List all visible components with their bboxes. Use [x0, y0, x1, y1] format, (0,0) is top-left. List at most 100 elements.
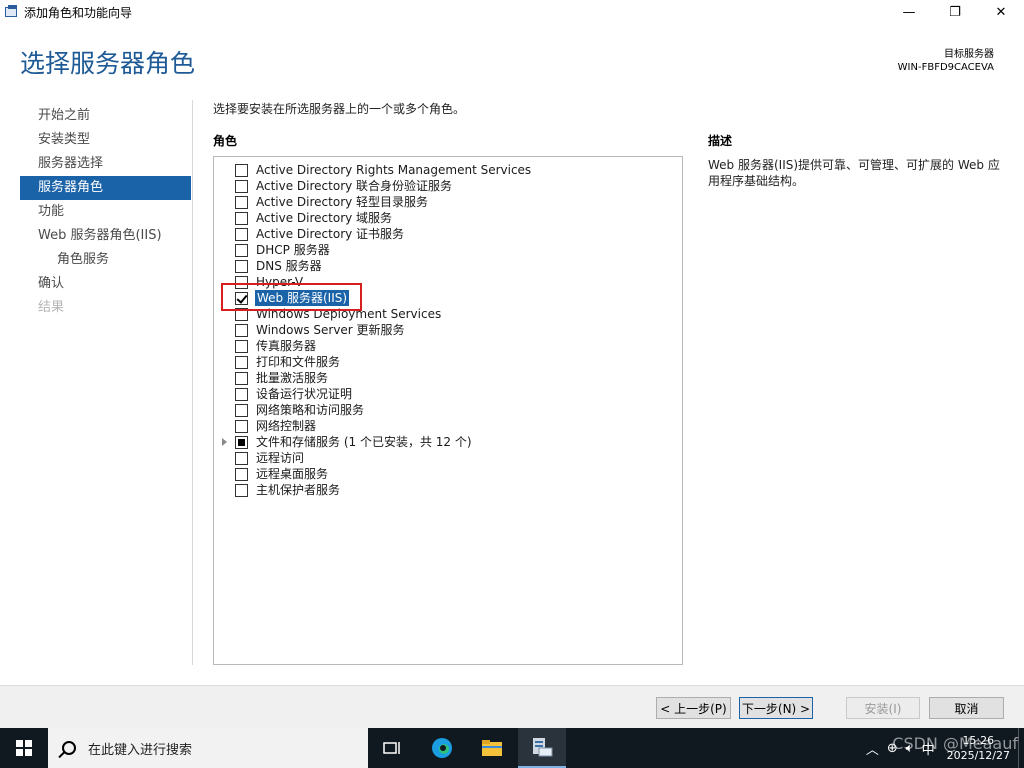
role-checkbox[interactable] [235, 356, 248, 369]
role-checkbox[interactable] [235, 452, 248, 465]
role-checkbox[interactable] [235, 468, 248, 481]
role-checkbox[interactable] [235, 404, 248, 417]
server-manager-icon [4, 4, 20, 20]
close-button[interactable]: ✕ [978, 0, 1024, 24]
start-button[interactable] [0, 728, 48, 768]
role-item[interactable]: 远程桌面服务 [214, 466, 682, 482]
role-item[interactable]: 主机保护者服务 [214, 482, 682, 498]
role-label: Windows Server 更新服务 [256, 323, 405, 337]
role-item[interactable]: DNS 服务器 [214, 258, 682, 274]
page-title: 选择服务器角色 [20, 49, 196, 78]
role-label: 网络策略和访问服务 [256, 403, 365, 417]
role-checkbox[interactable] [235, 212, 248, 225]
role-checkbox[interactable] [235, 388, 248, 401]
role-checkbox[interactable] [235, 436, 248, 449]
role-label: Active Directory 轻型目录服务 [256, 195, 429, 209]
role-label: 主机保护者服务 [256, 483, 341, 497]
title-bar: 添加角色和功能向导 — ❐ ✕ [0, 0, 1024, 24]
maximize-button[interactable]: ❐ [932, 0, 978, 24]
role-checkbox[interactable] [235, 164, 248, 177]
server-manager-taskbar-button[interactable] [518, 728, 566, 768]
target-server-label: 目标服务器 [944, 49, 994, 60]
role-item[interactable]: 设备运行状况证明 [214, 386, 682, 402]
role-checkbox[interactable] [235, 196, 248, 209]
role-label: 文件和存储服务 (1 个已安装，共 12 个) [256, 435, 472, 449]
nav-item-features[interactable]: 功能 [20, 200, 191, 224]
role-checkbox[interactable] [235, 260, 248, 273]
role-item[interactable]: Windows Deployment Services [214, 306, 682, 322]
role-item[interactable]: DHCP 服务器 [214, 242, 682, 258]
nav-item-role-services[interactable]: 角色服务 [20, 248, 191, 272]
role-item[interactable]: Hyper-V [214, 274, 682, 290]
role-checkbox[interactable] [235, 420, 248, 433]
target-server-name: WIN-FBFD9CACEVA [897, 62, 994, 73]
network-icon[interactable]: ⊕ [887, 741, 898, 756]
file-explorer-button[interactable] [468, 728, 516, 768]
role-checkbox[interactable] [235, 228, 248, 241]
role-item[interactable]: 网络策略和访问服务 [214, 402, 682, 418]
install-button: 安装(I) [846, 697, 920, 719]
role-label: Active Directory 证书服务 [256, 227, 405, 241]
role-checkbox[interactable] [235, 292, 248, 305]
role-item[interactable]: 网络控制器 [214, 418, 682, 434]
cancel-button[interactable]: 取消 [929, 697, 1004, 719]
role-checkbox[interactable] [235, 340, 248, 353]
role-item[interactable]: Active Directory 联合身份验证服务 [214, 178, 682, 194]
role-label: Hyper-V [256, 275, 304, 289]
ime-indicator[interactable]: 中 [922, 739, 935, 758]
previous-button[interactable]: < 上一步(P) [656, 697, 731, 719]
role-checkbox[interactable] [235, 276, 248, 289]
role-item[interactable]: 远程访问 [214, 450, 682, 466]
nav-item-before-you-begin[interactable]: 开始之前 [20, 104, 191, 128]
nav-item-server-selection[interactable]: 服务器选择 [20, 152, 191, 176]
role-item[interactable]: Active Directory 证书服务 [214, 226, 682, 242]
nav-item-installation-type[interactable]: 安装类型 [20, 128, 191, 152]
roles-heading: 角色 [213, 134, 238, 148]
role-checkbox[interactable] [235, 180, 248, 193]
role-label: 批量激活服务 [256, 371, 329, 385]
role-checkbox[interactable] [235, 324, 248, 337]
clock-date: 2025/12/27 [946, 749, 1010, 762]
task-view-button[interactable] [368, 728, 416, 768]
role-label: 打印和文件服务 [256, 355, 341, 369]
role-item[interactable]: Active Directory Rights Management Servi… [214, 162, 682, 178]
taskbar-search[interactable]: 在此键入进行搜索 [48, 728, 368, 768]
wizard-nav: 开始之前 安装类型 服务器选择 服务器角色 功能 Web 服务器角色(IIS) … [20, 104, 191, 320]
nav-item-results: 结果 [38, 300, 65, 315]
next-button[interactable]: 下一步(N) > [739, 697, 813, 719]
roles-list-box[interactable]: Active Directory Rights Management Servi… [213, 156, 683, 665]
minimize-button[interactable]: — [886, 0, 932, 24]
expand-arrow-icon[interactable] [222, 438, 227, 446]
role-item[interactable]: Active Directory 轻型目录服务 [214, 194, 682, 210]
nav-item-server-roles[interactable]: 服务器角色 [20, 176, 191, 200]
role-label: Active Directory 域服务 [256, 211, 393, 225]
clock-time: 15:26 [962, 734, 995, 747]
folder-icon [482, 740, 502, 756]
nav-item-confirmation[interactable]: 确认 [20, 272, 191, 296]
role-label: Active Directory Rights Management Servi… [256, 163, 532, 177]
instruction-text: 选择要安装在所选服务器上的一个或多个角色。 [213, 102, 466, 116]
window-controls: — ❐ ✕ [886, 0, 1024, 24]
role-checkbox[interactable] [235, 484, 248, 497]
description-text: Web 服务器(IIS)提供可靠、可管理、可扩展的 Web 应用程序基础结构。 [708, 158, 1000, 188]
role-item-web-server[interactable]: Web 服务器(IIS) [214, 290, 682, 306]
role-item[interactable]: 批量激活服务 [214, 370, 682, 386]
volume-icon[interactable]: 🔈︎ [906, 741, 914, 756]
role-checkbox[interactable] [235, 308, 248, 321]
role-checkbox[interactable] [235, 244, 248, 257]
role-checkbox[interactable] [235, 372, 248, 385]
role-label: 传真服务器 [256, 339, 317, 353]
role-item[interactable]: 打印和文件服务 [214, 354, 682, 370]
edge-browser-button[interactable] [418, 728, 466, 768]
role-item-file-storage[interactable]: 文件和存储服务 (1 个已安装，共 12 个) [214, 434, 682, 450]
show-desktop-button[interactable] [1018, 728, 1024, 768]
role-item[interactable]: Active Directory 域服务 [214, 210, 682, 226]
role-item[interactable]: Windows Server 更新服务 [214, 322, 682, 338]
role-label: Web 服务器(IIS) [255, 290, 350, 306]
nav-item-web-server-role[interactable]: Web 服务器角色(IIS) [20, 224, 191, 248]
role-label: 远程桌面服务 [256, 467, 329, 481]
chevron-up-icon[interactable]: ︿ [866, 739, 879, 758]
clock[interactable]: 15:26 2025/12/27 [947, 733, 1010, 763]
nav-divider [192, 100, 193, 665]
role-item[interactable]: 传真服务器 [214, 338, 682, 354]
